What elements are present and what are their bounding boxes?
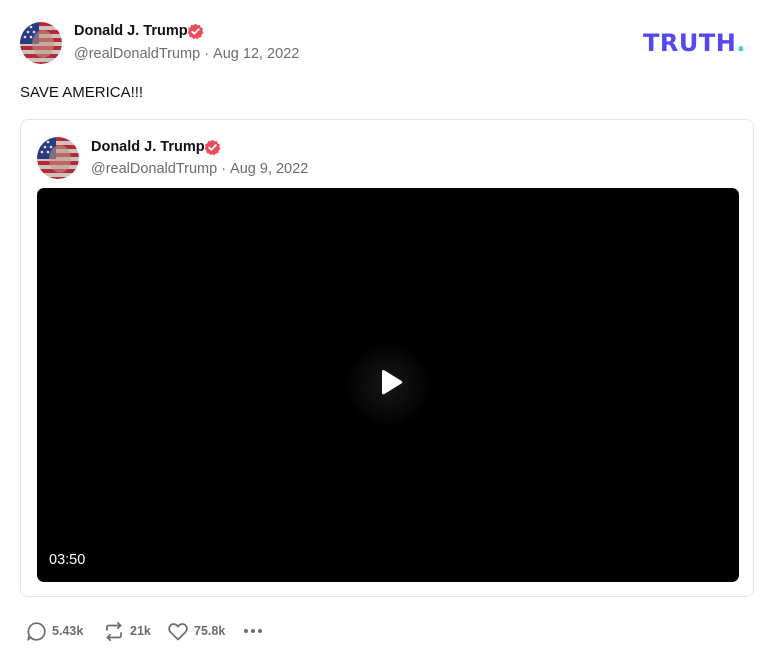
truth-post-page: Donald J. Trump @realDonaldTrump · Aug 12,…: [0, 0, 777, 661]
quoted-author-name[interactable]: Donald J. Trump: [91, 139, 205, 155]
quoted-post-date[interactable]: Aug 9, 2022: [230, 161, 308, 177]
repost-count: 21k: [130, 624, 151, 638]
quoted-separator-dot: ·: [221, 161, 227, 177]
play-button[interactable]: [346, 343, 430, 427]
post-text: SAVE AMERICA!!!: [20, 84, 144, 101]
reply-count: 5.43k: [52, 624, 84, 638]
video-duration: 03:50: [49, 552, 86, 568]
author-handle[interactable]: @realDonaldTrump: [74, 46, 200, 62]
like-count: 75.8k: [194, 624, 226, 638]
play-icon: [382, 370, 403, 395]
truth-logo[interactable]: TRUTH.: [643, 29, 746, 57]
more-dots-icon: [244, 629, 262, 633]
comment-icon: [27, 621, 46, 641]
repost-button[interactable]: 21k: [103, 620, 151, 642]
author-handle-line: @realDonaldTrump · Aug 12, 2022: [74, 46, 299, 62]
like-button[interactable]: 75.8k: [167, 620, 225, 642]
heart-icon: [168, 622, 188, 640]
more-options-button[interactable]: [242, 620, 264, 642]
post-date[interactable]: Aug 12, 2022: [213, 46, 299, 62]
video-player[interactable]: 03:50: [37, 188, 739, 582]
repost-icon: [106, 621, 122, 641]
reply-button[interactable]: 5.43k: [26, 620, 83, 642]
quoted-author-handle[interactable]: @realDonaldTrump: [91, 161, 217, 177]
verified-badge-icon: [187, 23, 204, 40]
quoted-verified-badge-icon: [204, 139, 221, 156]
separator-dot: ·: [204, 46, 210, 62]
author-name[interactable]: Donald J. Trump: [74, 23, 188, 39]
quoted-author-handle-line: @realDonaldTrump · Aug 9, 2022: [91, 161, 308, 177]
quoted-author-avatar[interactable]: [37, 137, 79, 179]
author-avatar[interactable]: [20, 22, 62, 64]
